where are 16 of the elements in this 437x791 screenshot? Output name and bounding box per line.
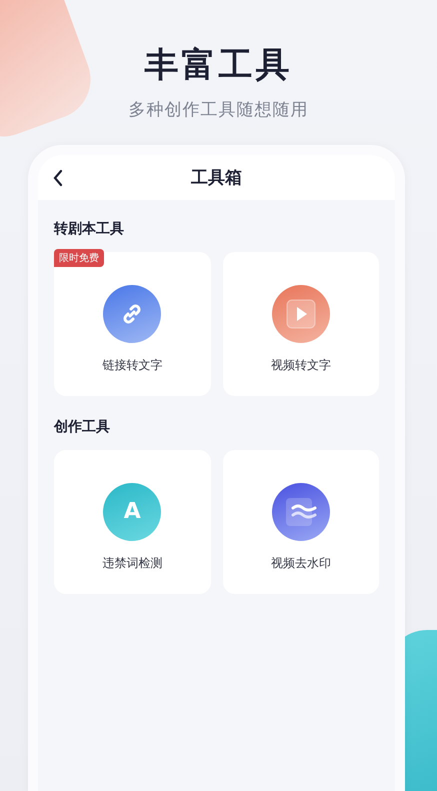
tool-card[interactable]: A 违禁词检测 — [54, 450, 210, 594]
tool-label: 违禁词检测 — [102, 554, 162, 572]
tool-label: 链接转文字 — [102, 356, 162, 374]
screen-title: 工具箱 — [191, 167, 242, 189]
tool-card[interactable]: 视频去水印 — [222, 450, 379, 594]
subheadline: 多种创作工具随想随用 — [128, 99, 308, 121]
tool-label: 视频去水印 — [270, 554, 331, 572]
headline: 丰富工具 — [144, 44, 292, 87]
tool-card[interactable]: 限时免费 链接转文字 — [54, 252, 210, 396]
letter-icon: A — [103, 482, 162, 540]
tool-label: 视频转文字 — [270, 356, 331, 374]
section-title: 创作工具 — [54, 418, 110, 436]
promo-badge: 限时免费 — [54, 249, 104, 267]
tool-card[interactable]: 视频转文字 — [222, 252, 379, 396]
section-title: 转剧本工具 — [54, 220, 124, 238]
back-icon[interactable] — [52, 169, 64, 187]
